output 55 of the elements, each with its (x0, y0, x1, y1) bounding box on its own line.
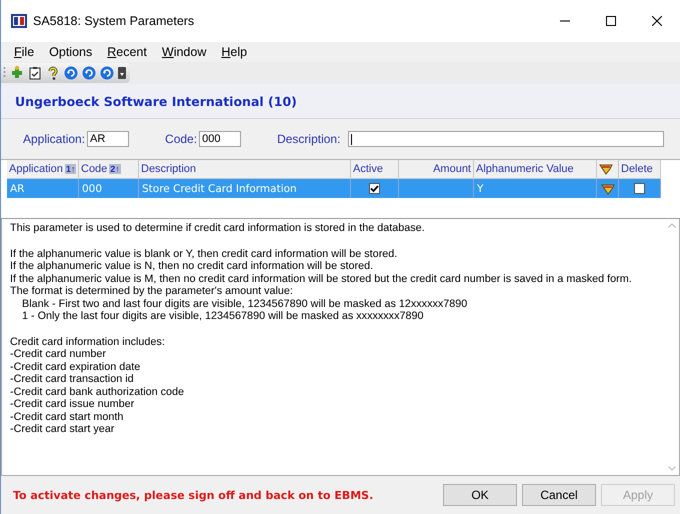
dialog-button[interactable]: OK (443, 484, 517, 506)
input-field[interactable] (348, 131, 664, 147)
text-line: -Credit card issue number (10, 398, 136, 410)
input-field[interactable]: AR (87, 131, 130, 147)
field-label: Description: (277, 132, 340, 146)
text-line: This parameter is used to determine if credit card information is stored in the database. (10, 222, 426, 234)
column-header[interactable]: Description (139, 160, 351, 179)
refresh-icon[interactable] (64, 66, 78, 80)
eraser-icon[interactable] (599, 163, 613, 175)
clipboard-check-icon[interactable] (28, 66, 42, 80)
text-line: -Credit card bank authorization code (10, 386, 186, 398)
column-header[interactable]: Code 2↑ (79, 160, 139, 179)
notice-text: To activate changes, please sign off and back on to EBMS. (13, 488, 374, 502)
field-label: Application: (23, 132, 86, 146)
text-line: Credit card information includes: (10, 336, 166, 348)
refresh-icon[interactable] (100, 66, 114, 80)
app-logo-icon (11, 14, 27, 28)
menu-item[interactable]: File (7, 45, 42, 59)
text-line: If the alphanumeric value is M, then no credit card information will be stored but the credit card number is saved in a masked form. The format is determined by the parameter's amount value: (10, 272, 633, 298)
field-label: Code: (165, 132, 198, 146)
toolbar-grip-icon[interactable] (3, 66, 6, 80)
checkbox[interactable] (634, 183, 645, 194)
menu-item[interactable]: Recent (100, 45, 155, 59)
text-line: -Credit card expiration date (10, 360, 142, 373)
table-cell: Store Credit Card Information (139, 179, 351, 198)
toolbar-dropdown-icon[interactable] (118, 67, 126, 79)
text-line: -Credit card start month (10, 410, 124, 423)
table-cell: AR (7, 179, 79, 198)
menu-item[interactable]: Options (42, 45, 100, 59)
company-heading: Ungerboeck Software International (10) (15, 94, 297, 108)
text-line: 1 - Only the last four digits are visible, 1234567890 will be masked as xxxxxxxx7890 (21, 310, 424, 322)
window-title: SA5818: System Parameters (33, 14, 196, 28)
table-cell: 000 (79, 179, 139, 198)
question-mark-icon[interactable] (46, 66, 60, 80)
text-line: Blank - First two and last four digits are visible, 1234567890 will be masked as 12xxxxxx7890 (21, 298, 468, 310)
close-icon (652, 16, 662, 26)
column-header[interactable]: Alphanumeric Value (474, 160, 597, 179)
text-line: -Credit card start year (10, 423, 116, 436)
input-field[interactable]: 000 (199, 131, 242, 147)
text-line: If the alphanumeric value is N, then no credit card information will be stored. (10, 260, 374, 272)
maximize-icon (606, 16, 616, 26)
text-line: If the alphanumeric value is blank or Y, then credit card information will be stored. (10, 248, 398, 260)
menu-item[interactable]: Window (154, 45, 214, 59)
column-header[interactable]: Application 1↑ (7, 160, 79, 179)
column-header[interactable]: Amount (399, 160, 474, 179)
text-line: -Credit card number (10, 348, 108, 360)
column-header[interactable]: Active (351, 160, 399, 179)
table-cell: Y (474, 179, 597, 198)
text-line: -Credit card transaction id (10, 373, 135, 386)
eraser-icon[interactable] (600, 182, 614, 194)
refresh-icon[interactable] (82, 66, 96, 80)
dialog-button[interactable]: Cancel (522, 484, 596, 506)
column-header[interactable]: Delete (619, 160, 661, 179)
checkbox[interactable] (369, 183, 380, 194)
menu-item[interactable]: Help (214, 45, 256, 59)
